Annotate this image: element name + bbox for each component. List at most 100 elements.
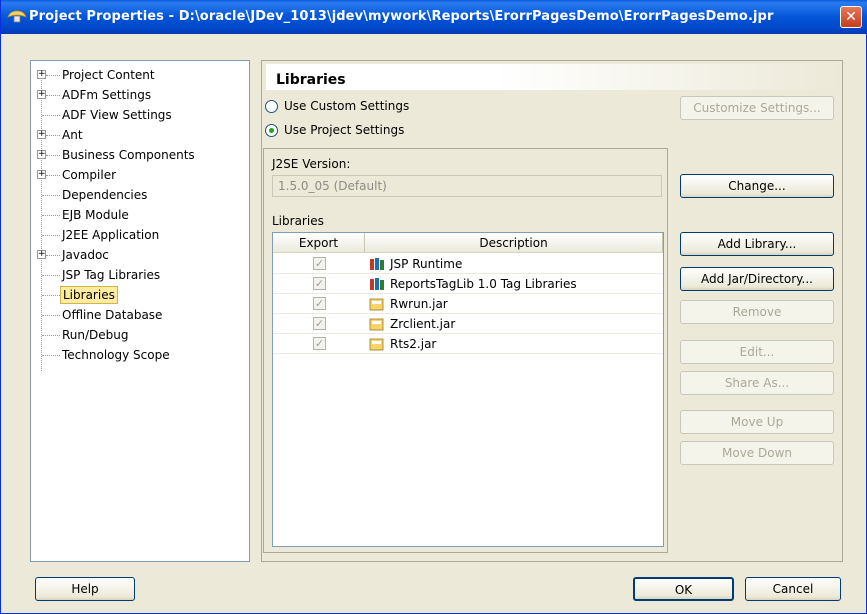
cancel-button[interactable]: Cancel bbox=[745, 577, 841, 601]
tree-item-adfm-settings[interactable]: + ADFm Settings bbox=[31, 85, 249, 105]
tree-item-run-debug[interactable]: Run/Debug bbox=[31, 325, 249, 345]
tree-item-label: ADF View Settings bbox=[62, 108, 172, 122]
add-library-button[interactable]: Add Library... bbox=[680, 232, 834, 256]
expand-icon[interactable]: + bbox=[37, 170, 46, 179]
tree-item-compiler[interactable]: + Compiler bbox=[31, 165, 249, 185]
tree-connector bbox=[46, 175, 60, 176]
help-button[interactable]: Help bbox=[35, 577, 135, 601]
project-icon bbox=[7, 10, 27, 23]
column-header-export[interactable]: Export bbox=[273, 233, 365, 253]
tree-item-javadoc[interactable]: + Javadoc bbox=[31, 245, 249, 265]
libraries-table[interactable]: Export Description ✓ JSP Runtime ✓ Repor… bbox=[272, 232, 664, 547]
column-header-description[interactable]: Description bbox=[365, 233, 663, 253]
tree-item-business-components[interactable]: + Business Components bbox=[31, 145, 249, 165]
tree-connector bbox=[42, 295, 60, 296]
table-row[interactable]: ✓ JSP Runtime bbox=[273, 254, 663, 274]
tree-item-label: Compiler bbox=[62, 168, 117, 182]
tree-item-ejb-module[interactable]: EJB Module bbox=[31, 205, 249, 225]
table-row[interactable]: ✓ Rwrun.jar bbox=[273, 294, 663, 314]
j2se-version-label: J2SE Version: bbox=[272, 157, 351, 171]
change-button[interactable]: Change... bbox=[680, 174, 834, 198]
use-project-settings-radio[interactable] bbox=[265, 124, 278, 137]
tree-item-label: Dependencies bbox=[62, 188, 148, 202]
tree-connector bbox=[46, 95, 60, 96]
jar-icon bbox=[369, 318, 384, 331]
tree-connector bbox=[46, 155, 60, 156]
tree-item-libraries[interactable]: Libraries bbox=[31, 285, 249, 305]
move-up-button[interactable]: Move Up bbox=[680, 410, 834, 434]
tree-item-j2ee-application[interactable]: J2EE Application bbox=[31, 225, 249, 245]
export-checkbox[interactable]: ✓ bbox=[313, 337, 326, 350]
share-as-button[interactable]: Share As... bbox=[680, 371, 834, 395]
table-row[interactable]: ✓ ReportsTagLib 1.0 Tag Libraries bbox=[273, 274, 663, 294]
move-down-button[interactable]: Move Down bbox=[680, 441, 834, 465]
expand-icon[interactable]: + bbox=[37, 130, 46, 139]
export-checkbox[interactable]: ✓ bbox=[313, 297, 326, 310]
ok-button[interactable]: OK bbox=[633, 577, 734, 601]
use-custom-settings-radio[interactable] bbox=[265, 100, 278, 113]
table-row[interactable]: ✓ Rts2.jar bbox=[273, 334, 663, 354]
table-row[interactable]: ✓ Zrclient.jar bbox=[273, 314, 663, 334]
tree-connector bbox=[46, 255, 60, 256]
library-description: ReportsTagLib 1.0 Tag Libraries bbox=[390, 277, 577, 291]
tree-connector bbox=[42, 275, 60, 276]
tree-connector bbox=[46, 135, 60, 136]
tree-item-technology-scope[interactable]: Technology Scope bbox=[31, 345, 249, 365]
libraries-label: Libraries bbox=[272, 214, 324, 228]
j2se-version-field: 1.5.0_05 (Default) bbox=[272, 175, 662, 197]
export-checkbox[interactable]: ✓ bbox=[313, 317, 326, 330]
tree-item-label: EJB Module bbox=[62, 208, 129, 222]
tree-item-adf-view-settings[interactable]: ADF View Settings bbox=[31, 105, 249, 125]
tree-item-jsp-tag-libraries[interactable]: JSP Tag Libraries bbox=[31, 265, 249, 285]
tree-item-project-content[interactable]: + Project Content bbox=[31, 65, 249, 85]
use-project-settings-label[interactable]: Use Project Settings bbox=[284, 123, 404, 137]
title-bar[interactable]: Project Properties - D:\oracle\JDev_1013… bbox=[1, 0, 867, 34]
close-button[interactable]: ✕ bbox=[840, 6, 862, 28]
panel-title: Libraries bbox=[276, 72, 346, 88]
library-icon bbox=[370, 258, 384, 270]
edit-button[interactable]: Edit... bbox=[680, 340, 834, 364]
tree-item-label-selected: Libraries bbox=[60, 286, 118, 304]
tree-item-label: Project Content bbox=[62, 68, 155, 82]
expand-icon[interactable]: + bbox=[37, 250, 46, 259]
use-custom-settings-label[interactable]: Use Custom Settings bbox=[284, 99, 409, 113]
tree-connector bbox=[42, 335, 60, 336]
expand-icon[interactable]: + bbox=[37, 150, 46, 159]
tree-connector bbox=[42, 315, 60, 316]
tree-connector bbox=[42, 215, 60, 216]
expand-icon[interactable]: + bbox=[37, 70, 46, 79]
tree-item-label: J2EE Application bbox=[62, 228, 160, 242]
window-title: Project Properties - D:\oracle\JDev_1013… bbox=[29, 9, 774, 24]
tree-item-label: JSP Tag Libraries bbox=[62, 268, 161, 282]
library-description: Rwrun.jar bbox=[390, 297, 448, 311]
tree-connector bbox=[46, 75, 60, 76]
library-description: Rts2.jar bbox=[390, 337, 437, 351]
expand-icon[interactable]: + bbox=[37, 90, 46, 99]
tree-connector bbox=[42, 235, 60, 236]
tree-connector bbox=[42, 195, 60, 196]
export-checkbox[interactable]: ✓ bbox=[313, 277, 326, 290]
tree-item-label: Offline Database bbox=[62, 308, 163, 322]
panel-header: Libraries bbox=[266, 64, 840, 90]
tree-item-label: Technology Scope bbox=[62, 348, 170, 362]
customize-settings-button[interactable]: Customize Settings... bbox=[680, 96, 834, 120]
tree-item-dependencies[interactable]: Dependencies bbox=[31, 185, 249, 205]
jar-icon bbox=[369, 338, 384, 351]
library-description: Zrclient.jar bbox=[390, 317, 456, 331]
remove-button[interactable]: Remove bbox=[680, 300, 834, 324]
library-description: JSP Runtime bbox=[390, 257, 463, 271]
tree-item-label: Business Components bbox=[62, 148, 195, 162]
tree-connector bbox=[42, 355, 60, 356]
jar-icon bbox=[369, 298, 384, 311]
project-properties-dialog: Project Properties - D:\oracle\JDev_1013… bbox=[0, 0, 867, 614]
tree-item-ant[interactable]: + Ant bbox=[31, 125, 249, 145]
tree-connector bbox=[42, 115, 60, 116]
library-icon bbox=[370, 278, 384, 290]
tree-item-offline-database[interactable]: Offline Database bbox=[31, 305, 249, 325]
tree-item-label: Javadoc bbox=[62, 248, 109, 262]
category-tree[interactable]: + Project Content + ADFm Settings ADF Vi… bbox=[30, 60, 250, 562]
tree-item-label: Run/Debug bbox=[62, 328, 129, 342]
add-jar-directory-button[interactable]: Add Jar/Directory... bbox=[680, 267, 834, 291]
tree-item-label: Ant bbox=[62, 128, 83, 142]
export-checkbox[interactable]: ✓ bbox=[313, 257, 326, 270]
